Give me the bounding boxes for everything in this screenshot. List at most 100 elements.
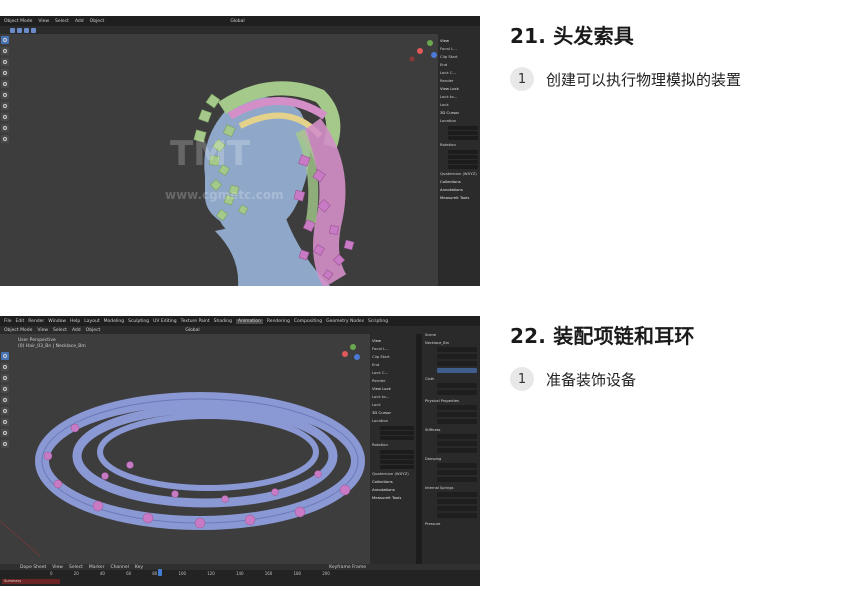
np-rot-w[interactable]: [448, 150, 478, 154]
playhead-cursor[interactable]: [158, 569, 162, 576]
props-stiffness[interactable]: Stiffness: [425, 428, 477, 432]
props-field[interactable]: [437, 347, 477, 352]
np-collections[interactable]: Collections: [372, 479, 414, 484]
tl-tick: 80: [152, 571, 158, 576]
np-clip-start[interactable]: Clip Start: [372, 354, 414, 359]
props-object-name: Necklace_Bm: [425, 341, 450, 345]
blender-screenshot-necklace-rig: File Edit Render Window Help Layout Mode…: [0, 316, 480, 586]
tl-tick: 40: [99, 571, 105, 576]
np-3d-cursor[interactable]: 3D Cursor: [440, 110, 478, 115]
props-field[interactable]: [437, 361, 477, 366]
floor-grid-line: [0, 520, 41, 557]
props-field[interactable]: [437, 434, 477, 439]
tl-tick: 160: [264, 571, 273, 576]
tl-keyframe-mode[interactable]: Keyframe Frame: [329, 565, 366, 570]
props-field[interactable]: [437, 419, 477, 424]
props-pressure[interactable]: Pressure: [425, 522, 477, 526]
np-view-header[interactable]: View: [440, 38, 478, 43]
np-loc-z[interactable]: [448, 136, 478, 140]
np-rotation: Rotation: [372, 442, 388, 447]
tl-menu-view[interactable]: View: [52, 565, 63, 570]
section-title-21: 21. 头发索具: [510, 24, 634, 48]
editor-type-dope-sheet[interactable]: Dope Sheet: [20, 565, 46, 570]
tl-menu-key[interactable]: Key: [135, 565, 143, 570]
np-view-lock[interactable]: View Lock: [372, 386, 414, 391]
np-annotations[interactable]: Annotations: [372, 487, 414, 492]
np-focal-length[interactable]: Focal L...: [372, 346, 414, 351]
props-field[interactable]: [437, 506, 477, 511]
props-damping[interactable]: Damping: [425, 457, 477, 461]
props-field[interactable]: [437, 405, 477, 410]
np-rotation-mode[interactable]: Quaternion (WXYZ): [440, 171, 478, 176]
tl-menu-channel[interactable]: Channel: [110, 565, 128, 570]
watermark-url: www.cgmetc.com: [165, 188, 284, 202]
navigation-gizmo: [342, 344, 360, 360]
np-rot-x[interactable]: [380, 455, 414, 459]
np-lock[interactable]: Lock: [440, 102, 478, 107]
props-field[interactable]: [437, 412, 477, 417]
timeline-summary-channel[interactable]: Summary: [2, 579, 60, 584]
np-clip-start[interactable]: Clip Start: [440, 54, 478, 59]
np-rotation-mode[interactable]: Quaternion (WXYZ): [372, 471, 414, 476]
np-measureit[interactable]: MeasureIt Tools: [440, 195, 478, 200]
np-lock-to[interactable]: Lock to...: [372, 394, 414, 399]
np-view-header[interactable]: View: [372, 338, 414, 343]
np-loc-x[interactable]: [448, 126, 478, 130]
tl-tick: 120: [207, 571, 215, 576]
props-field[interactable]: [437, 448, 477, 453]
np-clip-end[interactable]: End: [440, 62, 478, 67]
sidebar-n-panel: View Focal L... Clip Start End Lock C...…: [370, 334, 416, 564]
props-physical[interactable]: Physical Properties: [425, 399, 477, 403]
props-internal-springs[interactable]: Internal Springs: [425, 486, 477, 490]
tl-tick: 140: [235, 571, 244, 576]
np-measureit[interactable]: MeasureIt Tools: [372, 495, 414, 500]
np-clip-end[interactable]: End: [372, 362, 414, 367]
np-rot-y[interactable]: [448, 160, 478, 164]
np-rot-x[interactable]: [448, 155, 478, 159]
np-loc-x[interactable]: [380, 426, 414, 430]
step-text: 创建可以执行物理模拟的装置: [546, 70, 742, 89]
np-rot-z[interactable]: [380, 465, 414, 469]
props-field[interactable]: [437, 513, 477, 518]
np-rotation: Rotation: [440, 142, 456, 147]
np-view-lock[interactable]: View Lock: [440, 86, 478, 91]
step-item: 1 准备装饰设备: [510, 367, 636, 391]
np-loc-y[interactable]: [448, 131, 478, 135]
np-collections[interactable]: Collections: [440, 179, 478, 184]
np-lock-camera[interactable]: Lock C...: [372, 370, 414, 375]
props-field[interactable]: [437, 463, 477, 468]
properties-panel: Scene Necklace_Bm Cloth Physical Propert…: [422, 326, 480, 564]
props-field[interactable]: [437, 441, 477, 446]
props-field[interactable]: [437, 499, 477, 504]
props-field[interactable]: [437, 354, 477, 359]
props-field[interactable]: [437, 383, 477, 388]
np-lock[interactable]: Lock: [372, 402, 414, 407]
timeline-ticks: 0 20 40 60 80 100 120 140 160 180 200: [50, 571, 330, 577]
np-rot-z[interactable]: [448, 165, 478, 169]
np-lock-camera[interactable]: Lock C...: [440, 70, 478, 75]
tl-tick: 100: [178, 571, 187, 576]
props-field[interactable]: [437, 492, 477, 497]
tl-menu-select[interactable]: Select: [69, 565, 83, 570]
np-3d-cursor[interactable]: 3D Cursor: [372, 410, 414, 415]
np-rot-w[interactable]: [380, 450, 414, 454]
np-loc-y[interactable]: [380, 431, 414, 435]
np-rot-y[interactable]: [380, 460, 414, 464]
np-render[interactable]: Render: [440, 78, 478, 83]
props-field[interactable]: [437, 477, 477, 482]
tl-menu-marker[interactable]: Marker: [89, 565, 105, 570]
np-render[interactable]: Render: [372, 378, 414, 383]
necklace-inner-ring: [97, 413, 319, 491]
props-field[interactable]: [437, 470, 477, 475]
np-focal-length[interactable]: Focal L...: [440, 46, 478, 51]
watermark-logo: TMT: [170, 134, 251, 174]
np-loc-z[interactable]: [380, 436, 414, 440]
np-lock-to[interactable]: Lock to...: [440, 94, 478, 99]
props-cloth[interactable]: Cloth: [425, 377, 477, 381]
props-field[interactable]: [437, 390, 477, 395]
blender-screenshot-hair-rig: Object Mode View Select Add Object Globa…: [0, 16, 480, 286]
props-field-selected[interactable]: [437, 368, 477, 373]
np-annotations[interactable]: Annotations: [440, 187, 478, 192]
timeline-header: Dope Sheet View Select Marker Channel Ke…: [0, 564, 480, 570]
sidebar-n-panel: View Focal L... Clip Start End Lock C...…: [438, 34, 480, 286]
